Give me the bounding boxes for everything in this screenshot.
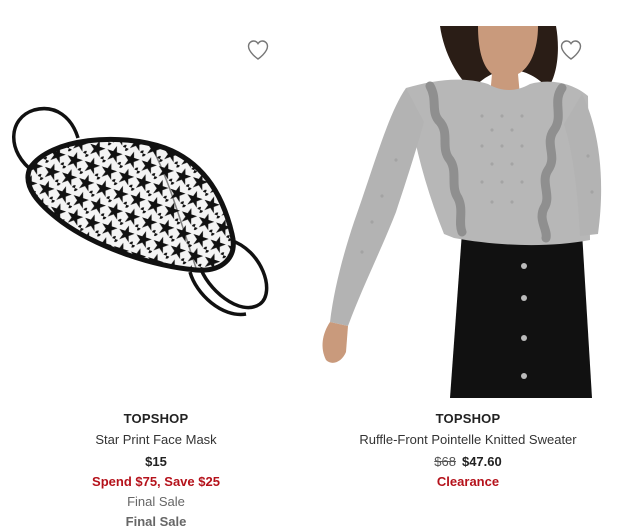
product-card[interactable]: TOPSHOP Ruffle-Front Pointelle Knitted S… [312, 0, 624, 531]
sale-price: $47.60 [461, 454, 502, 469]
product-info: TOPSHOP Star Print Face Mask $15 Spend $… [0, 410, 312, 531]
favorite-heart-icon[interactable] [559, 38, 583, 62]
product-image-sweater[interactable] [312, 26, 624, 398]
final-sale-note: Final Sale [125, 514, 187, 529]
product-info: TOPSHOP Ruffle-Front Pointelle Knitted S… [312, 410, 624, 491]
final-sale-note: Final Sale [127, 494, 185, 509]
product-name[interactable]: Star Print Face Mask [0, 431, 312, 449]
product-price: $15 [145, 454, 167, 469]
product-grid: TOPSHOP Star Print Face Mask $15 Spend $… [0, 0, 624, 531]
product-image-face-mask[interactable] [0, 26, 312, 398]
original-price: $68 [434, 454, 456, 469]
product-name[interactable]: Ruffle-Front Pointelle Knitted Sweater [312, 431, 624, 449]
clearance-label: Clearance [436, 474, 500, 489]
product-brand[interactable]: TOPSHOP [312, 410, 624, 428]
product-price: $68 $47.60 [312, 453, 624, 471]
favorite-heart-icon[interactable] [246, 38, 270, 62]
product-brand[interactable]: TOPSHOP [0, 410, 312, 428]
product-card[interactable]: TOPSHOP Star Print Face Mask $15 Spend $… [0, 0, 312, 531]
promo-text: Spend $75, Save $25 [92, 474, 220, 489]
